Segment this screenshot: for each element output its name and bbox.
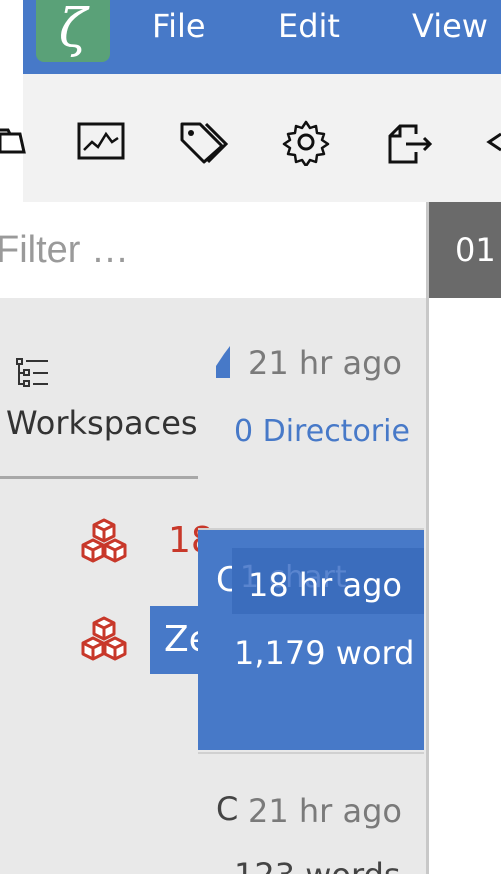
statistics-icon[interactable]	[76, 120, 126, 166]
filter-input[interactable]	[0, 202, 426, 298]
settings-icon[interactable]	[282, 120, 332, 166]
app-logo: ζ	[36, 0, 110, 62]
code-icon[interactable]	[486, 120, 501, 166]
menu-view[interactable]: View	[412, 0, 488, 52]
document-icon	[216, 342, 230, 382]
workspaces-tree-icon	[14, 356, 52, 394]
editor-area[interactable]	[429, 298, 501, 874]
tags-icon[interactable]	[178, 120, 229, 166]
document-word-count: 1,179 word	[234, 634, 415, 672]
document-modified-time: 21 hr ago	[248, 792, 402, 830]
workspaces-tab-indicator	[0, 476, 198, 479]
workspaces-tab[interactable]: Workspaces	[6, 404, 198, 442]
menu-file[interactable]: File	[152, 0, 206, 52]
menu-edit[interactable]: Edit	[278, 0, 340, 52]
document-modified-time: 18 hr ago	[248, 566, 402, 604]
document-info-link[interactable]: 0 Directorie	[234, 414, 410, 449]
divider	[198, 752, 424, 754]
book-stack-icon[interactable]	[80, 518, 128, 566]
open-folder-icon[interactable]	[0, 120, 50, 166]
document-title-stub[interactable]: C	[216, 790, 238, 828]
document-modified-time: 21 hr ago	[248, 344, 402, 382]
document-word-count: 123 words	[234, 856, 401, 874]
book-stack-icon[interactable]	[80, 616, 128, 664]
export-icon[interactable]	[386, 120, 436, 166]
editor-tab[interactable]: 01	[429, 202, 501, 298]
app-logo-glyph: ζ	[58, 0, 88, 59]
